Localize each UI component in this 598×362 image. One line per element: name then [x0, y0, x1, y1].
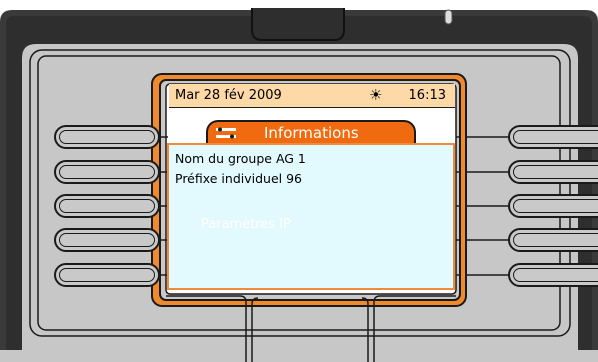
phone-device: Mar 28 fév 2009 ☀ 16:13 Informations Nom…	[0, 0, 598, 362]
right-softkey-5[interactable]	[508, 263, 598, 287]
right-softkey-2[interactable]	[508, 160, 598, 184]
tools-icon	[216, 127, 236, 139]
screen-title-tab: Informations	[206, 120, 416, 144]
right-softkey-1[interactable]	[508, 125, 598, 149]
left-softkey-3[interactable]	[54, 194, 160, 218]
left-softkey-5[interactable]	[54, 263, 160, 287]
info-content: Nom du groupe AG 1 Préfixe individuel 96…	[167, 143, 455, 290]
status-time: 16:13	[408, 88, 446, 103]
sun-icon: ☀	[369, 86, 383, 104]
left-softkey-4[interactable]	[54, 228, 160, 252]
status-bar: Mar 28 fév 2009 ☀ 16:13	[169, 84, 455, 108]
right-softkey-3[interactable]	[508, 194, 598, 218]
list-item-ip-settings[interactable]: Paramètres IP	[201, 217, 291, 232]
screen-title: Informations	[264, 124, 359, 142]
left-softkey-1[interactable]	[54, 125, 160, 149]
left-softkey-2[interactable]	[54, 160, 160, 184]
status-date: Mar 28 fév 2009	[175, 88, 282, 103]
right-softkey-4[interactable]	[508, 228, 598, 252]
list-item-group-name[interactable]: Nom du groupe AG 1	[175, 151, 306, 166]
list-item-prefix[interactable]: Préfixe individuel 96	[175, 171, 302, 186]
